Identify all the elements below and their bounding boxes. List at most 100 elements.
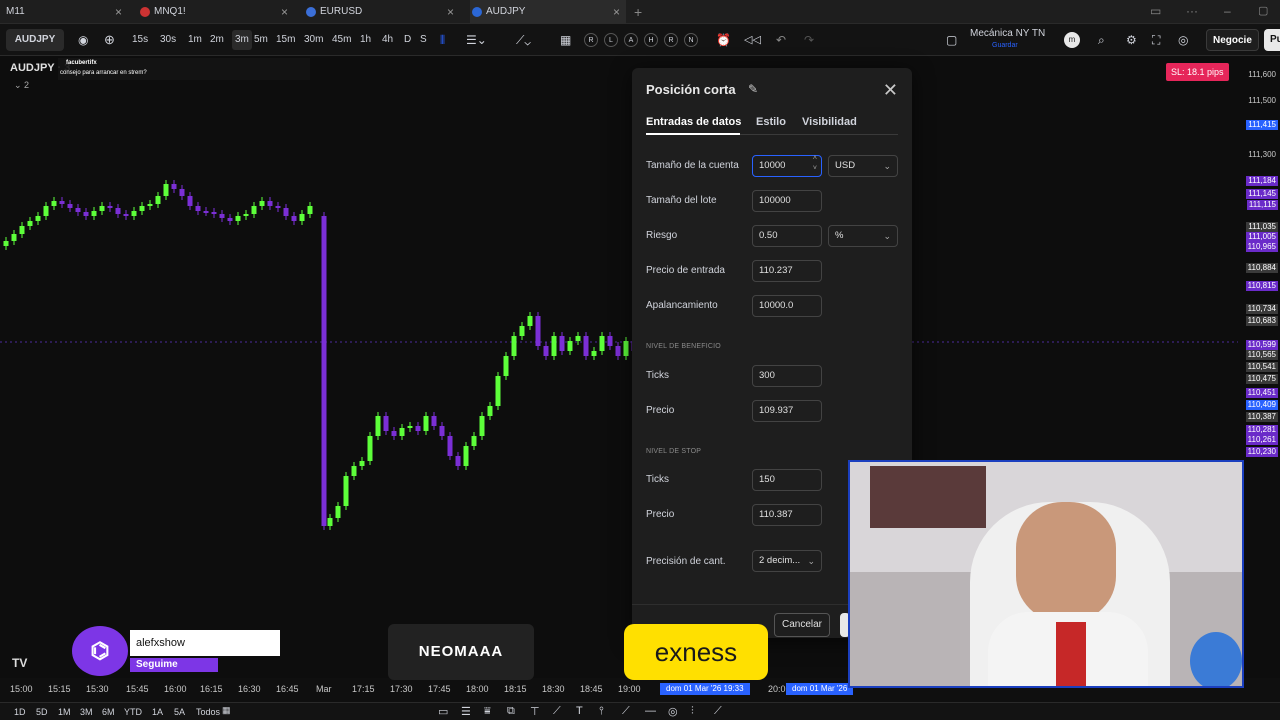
drawing-tool-icon[interactable]: ◎	[668, 705, 678, 718]
interval-1m[interactable]: 1m	[188, 24, 202, 56]
replay-letter-5[interactable]: N	[684, 33, 698, 47]
drawing-tool-icon[interactable]: ☰	[461, 705, 471, 718]
drawing-tool-icon[interactable]: ⟋	[622, 705, 630, 718]
fullscreen-icon[interactable]: ⛶	[1152, 24, 1160, 56]
qty-precision-select[interactable]: 2 decim... ⌄	[752, 550, 822, 572]
interval-45m[interactable]: 45m	[332, 24, 351, 56]
replay-letter-1[interactable]: L	[604, 33, 618, 47]
drawing-tool-icon[interactable]: ⟋	[714, 705, 722, 718]
time-label: 17:30	[390, 684, 413, 694]
lot-size-input[interactable]: 100000	[752, 190, 822, 212]
profit-price-input[interactable]: 109.937	[752, 400, 822, 422]
entry-price-input[interactable]: 110.237	[752, 260, 822, 282]
account-avatar[interactable]: m	[1064, 32, 1080, 48]
drawing-tool-icon[interactable]: ⟋	[553, 705, 561, 718]
interval-D[interactable]: D	[404, 24, 411, 56]
tab-eurusd[interactable]: EURUSD ×	[304, 0, 460, 24]
range-5A[interactable]: 5A	[174, 707, 185, 717]
interval-5m[interactable]: 5m	[254, 24, 268, 56]
replay-icon[interactable]: ◁◁	[744, 24, 761, 56]
layout-grid-icon[interactable]: ▦	[560, 24, 571, 56]
tab-visibility[interactable]: Visibilidad	[802, 116, 857, 128]
indicators-icon[interactable]: ☰⌄	[466, 24, 487, 56]
redo-icon[interactable]: ↷	[804, 24, 814, 56]
interval-3m[interactable]: 3m	[232, 30, 252, 50]
drawing-tool-icon[interactable]: ⩸	[484, 705, 491, 718]
minimize-icon[interactable]: –	[1224, 0, 1231, 27]
drawing-tool-icon[interactable]: ⊤	[530, 705, 540, 718]
bar-style-icon[interactable]: ⫴	[440, 24, 445, 56]
replay-letter-4[interactable]: R	[664, 33, 678, 47]
range-YTD[interactable]: YTD	[124, 707, 142, 717]
price-axis[interactable]: 111,600 111,500 111,415 111,300 111,184 111,1…	[1238, 56, 1280, 678]
replay-letter-2[interactable]: A	[624, 33, 638, 47]
cancel-button[interactable]: Cancelar	[774, 613, 830, 637]
range-6M[interactable]: 6M	[102, 707, 115, 717]
close-icon[interactable]: ×	[447, 0, 454, 24]
layout-checkbox-icon[interactable]: ▢	[946, 24, 957, 56]
more-icon[interactable]: ···	[1186, 0, 1198, 27]
camera-icon[interactable]: ◎	[1178, 24, 1188, 56]
profit-ticks-input[interactable]: 300	[752, 365, 822, 387]
chevron-down-icon: ⌄	[883, 161, 891, 171]
interval-15m[interactable]: 15m	[276, 24, 295, 56]
candle-body	[591, 351, 597, 356]
tab-style[interactable]: Estilo	[756, 116, 786, 128]
trade-button[interactable]: Negocie	[1206, 29, 1259, 51]
range-Todos[interactable]: Todos	[196, 707, 220, 717]
tab-mnq[interactable]: MNQ1! ×	[138, 0, 294, 24]
drawing-tool-icon[interactable]: ▭	[438, 705, 448, 718]
close-icon[interactable]: ×	[115, 0, 122, 24]
alert-icon[interactable]: ⏰	[716, 24, 731, 56]
stop-ticks-input[interactable]: 150	[752, 469, 822, 491]
risk-unit-select[interactable]: % ⌄	[828, 225, 898, 247]
add-symbol-icon[interactable]: ⊕	[104, 24, 115, 56]
indicator-count[interactable]: ⌄ 2	[14, 80, 29, 91]
range-1A[interactable]: 1A	[152, 707, 163, 717]
range-3M[interactable]: 3M	[80, 707, 93, 717]
chart-type-icon[interactable]: ⟋⌄	[516, 24, 531, 56]
interval-2m[interactable]: 2m	[210, 24, 224, 56]
drawing-tool-icon[interactable]: ⫶	[691, 705, 694, 718]
drawing-tool-icon[interactable]: T	[576, 705, 583, 717]
drawing-tool-icon[interactable]: ⧉	[507, 705, 515, 718]
close-icon[interactable]: ×	[613, 0, 620, 24]
interval-30m[interactable]: 30m	[304, 24, 323, 56]
settings-icon[interactable]: ⚙	[1126, 24, 1137, 56]
publish-button[interactable]: Pu	[1264, 29, 1280, 51]
window-layout-icon[interactable]: ▭	[1150, 0, 1161, 27]
risk-input[interactable]: 0.50	[752, 225, 822, 247]
calendar-icon[interactable]: ▦	[222, 705, 231, 716]
interval-30s[interactable]: 30s	[160, 24, 176, 56]
interval-4h[interactable]: 4h	[382, 24, 393, 56]
stepper-icon[interactable]: ˄ ˅	[813, 154, 817, 174]
compare-icon[interactable]: ◉	[78, 24, 88, 56]
maximize-icon[interactable]: ▢	[1258, 0, 1268, 27]
replay-letter-0[interactable]: R	[584, 33, 598, 47]
close-icon[interactable]: ×	[281, 0, 288, 24]
range-1D[interactable]: 1D	[14, 707, 26, 717]
tab-audjpy[interactable]: AUDJPY ×	[470, 0, 626, 24]
undo-icon[interactable]: ↶	[776, 24, 786, 56]
close-icon[interactable]: ✕	[883, 80, 898, 101]
range-5D[interactable]: 5D	[36, 707, 48, 717]
tab-m11[interactable]: M11 ×	[0, 0, 128, 24]
leverage-input[interactable]: 10000.0	[752, 295, 822, 317]
rename-pencil-icon[interactable]: ✎	[748, 82, 758, 96]
candle-body	[219, 214, 225, 218]
interval-S[interactable]: S	[420, 24, 427, 56]
tab-inputs[interactable]: Entradas de datos	[646, 116, 741, 128]
interval-1h[interactable]: 1h	[360, 24, 371, 56]
candle-body	[335, 506, 341, 518]
range-1M[interactable]: 1M	[58, 707, 71, 717]
drawing-tool-icon[interactable]: —	[645, 705, 656, 717]
stop-price-input[interactable]: 110.387	[752, 504, 822, 526]
drawing-tool-icon[interactable]: ⫯	[599, 705, 604, 718]
account-size-input[interactable]: 10000 ˄ ˅	[752, 155, 822, 177]
symbol-search[interactable]: AUDJPY	[6, 29, 64, 51]
currency-select[interactable]: USD ⌄	[828, 155, 898, 177]
replay-letter-3[interactable]: H	[644, 33, 658, 47]
candle-body	[171, 184, 177, 189]
interval-15s[interactable]: 15s	[132, 24, 148, 56]
search-icon[interactable]: ⌕	[1098, 24, 1105, 56]
